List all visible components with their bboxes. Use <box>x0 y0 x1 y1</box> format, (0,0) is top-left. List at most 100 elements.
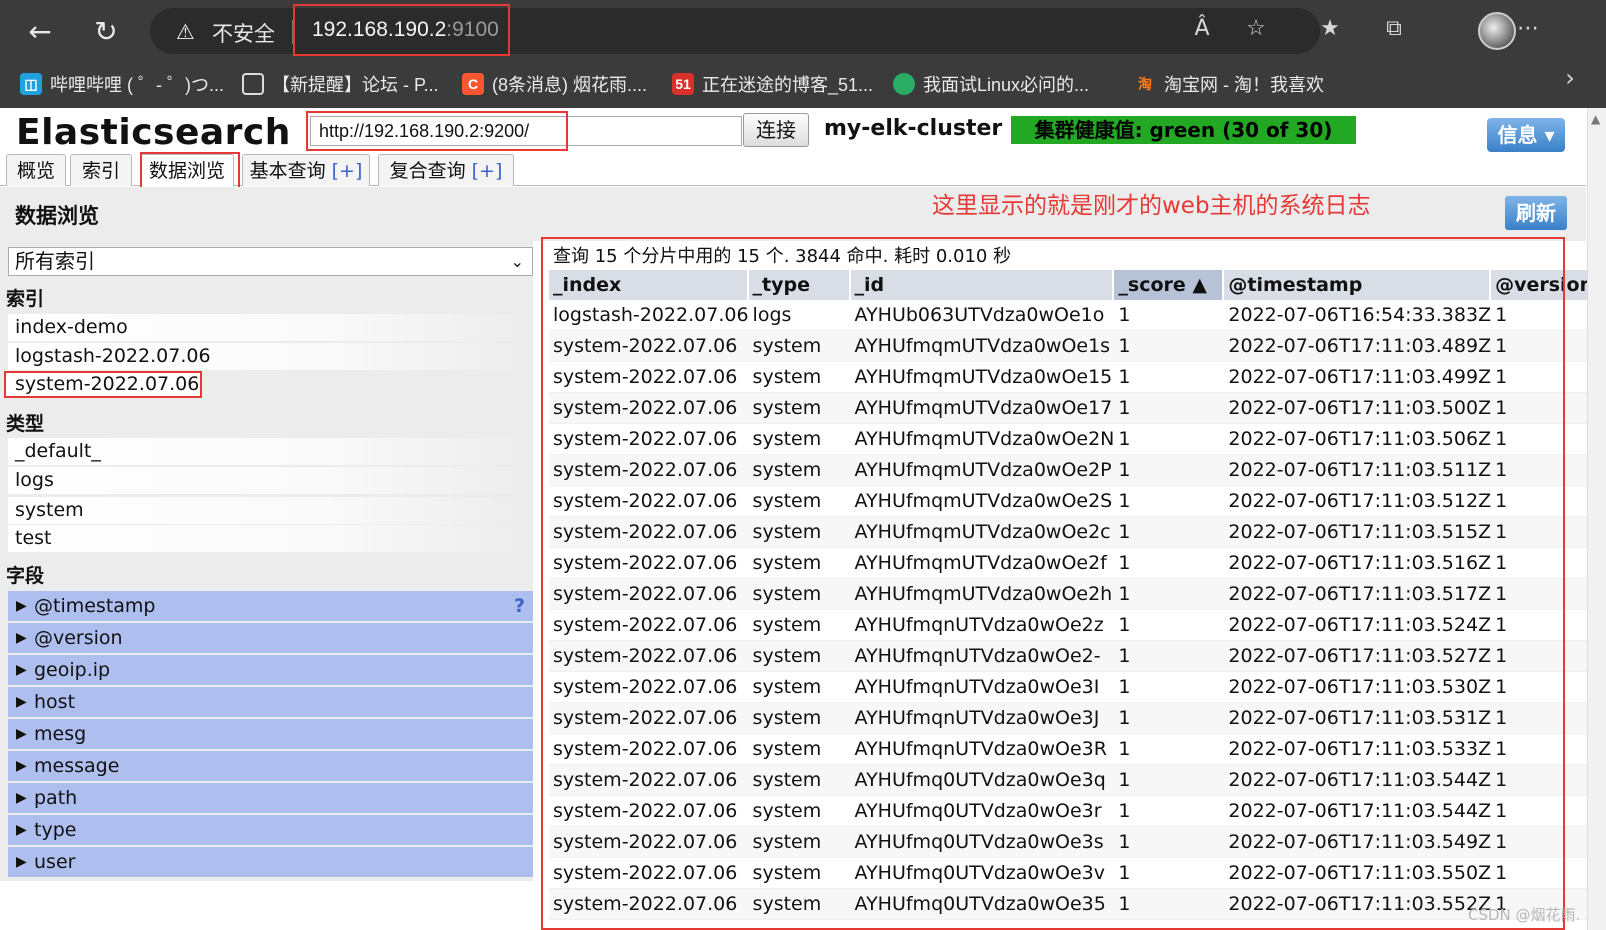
favorites-icon[interactable]: ★ <box>1314 16 1346 41</box>
app-title: Elasticsearch <box>16 112 291 153</box>
tab-label: 概览 <box>16 160 55 182</box>
read-aloud-icon[interactable]: Â <box>1186 16 1218 41</box>
type-item[interactable]: logs <box>8 467 533 494</box>
bookmark-item[interactable]: 51 正在迷途的博客_51... <box>672 70 873 98</box>
add-favorite-icon[interactable]: ☆ <box>1240 16 1272 41</box>
address-url[interactable]: 192.168.190.2:9100 <box>312 18 499 42</box>
table-cell: system-2022.07.06 <box>549 610 749 641</box>
expand-triangle-icon: ▶ <box>16 630 27 646</box>
table-row[interactable]: system-2022.07.06 system AYHUfmqnUTVdza0wO… <box>549 703 1602 734</box>
type-item[interactable]: test <box>8 525 533 552</box>
taobao-icon: 淘 <box>1138 76 1152 92</box>
type-item[interactable]: _default_ <box>8 438 533 465</box>
table-cell: system <box>748 858 851 889</box>
table-row[interactable]: system-2022.07.06 system AYHUfmqnUTVdza0wO… <box>549 641 1602 672</box>
watermark: CSDN @烟花雨. <box>1468 906 1581 924</box>
field-label: @timestamp <box>34 595 156 617</box>
table-row[interactable]: system-2022.07.06 system AYHUfmq0UTVdza0wO… <box>549 765 1602 796</box>
scroll-up-icon[interactable]: ▲ <box>1591 112 1600 126</box>
table-cell: system-2022.07.06 <box>549 827 749 858</box>
index-select[interactable]: 所有索引 ⌄ <box>8 247 533 276</box>
tab-plus: [+] <box>331 160 363 182</box>
table-cell: 1 <box>1114 765 1225 796</box>
index-item[interactable]: logstash-2022.07.06 <box>8 343 533 370</box>
column-header[interactable]: _id <box>850 270 1115 300</box>
table-cell: system-2022.07.06 <box>549 672 749 703</box>
table-cell: system <box>748 827 851 858</box>
table-row[interactable]: system-2022.07.06 system AYHUfmqmUTVdza0wO… <box>549 455 1602 486</box>
table-row[interactable]: system-2022.07.06 system AYHUfmqnUTVdza0wO… <box>549 610 1602 641</box>
warning-icon[interactable]: ⚠ <box>176 20 195 44</box>
table-row[interactable]: system-2022.07.06 system AYHUfmq0UTVdza0wO… <box>549 796 1602 827</box>
table-row[interactable]: system-2022.07.06 system AYHUfmq0UTVdza0wO… <box>549 827 1602 858</box>
type-item[interactable]: system <box>8 497 533 524</box>
connect-button[interactable]: 连接 <box>743 113 809 147</box>
table-cell: system <box>748 393 851 424</box>
table-row[interactable]: system-2022.07.06 system AYHUfmqmUTVdza0wO… <box>549 548 1602 579</box>
table-row[interactable]: system-2022.07.06 system AYHUfmqmUTVdza0wO… <box>549 331 1602 362</box>
table-cell: system-2022.07.06 <box>549 517 749 548</box>
column-header[interactable]: _index <box>549 270 749 300</box>
help-icon[interactable]: ? <box>514 591 525 621</box>
field-item[interactable]: ▶ path <box>8 783 533 813</box>
page-scrollbar[interactable]: ▲ <box>1587 108 1606 930</box>
field-item[interactable]: ▶ @version <box>8 623 533 653</box>
field-label: user <box>34 851 76 873</box>
column-header[interactable]: @timestamp <box>1224 270 1492 300</box>
profile-avatar[interactable] <box>1478 12 1516 50</box>
table-cell: system <box>748 734 851 765</box>
table-cell: 1 <box>1491 548 1602 579</box>
tab-overview[interactable]: 概览 <box>6 154 66 186</box>
bookmark-item[interactable]: 我面试Linux必问的... <box>893 70 1089 98</box>
table-cell: 1 <box>1114 796 1225 827</box>
column-header[interactable]: _type <box>748 270 851 300</box>
bookmark-item[interactable]: 淘淘宝网 - 淘！我喜欢 <box>1134 70 1324 98</box>
table-row[interactable]: logstash-2022.07.06 logs AYHUb063UTVdza0wO… <box>549 300 1602 331</box>
table-row[interactable]: system-2022.07.06 system AYHUfmqnUTVdza0wO… <box>549 672 1602 703</box>
table-row[interactable]: system-2022.07.06 system AYHUfmqmUTVdza0wO… <box>549 486 1602 517</box>
bookmark-label: (8条消息) 烟花雨.... <box>492 75 648 95</box>
table-cell: system-2022.07.06 <box>549 548 749 579</box>
table-cell: 1 <box>1114 734 1225 765</box>
table-row[interactable]: system-2022.07.06 system AYHUfmqmUTVdza0wO… <box>549 517 1602 548</box>
expand-triangle-icon: ▶ <box>16 822 27 838</box>
field-item[interactable]: ▶ user <box>8 847 533 877</box>
chevron-right-icon[interactable]: › <box>1554 64 1586 92</box>
reload-icon[interactable]: ↻ <box>88 14 124 50</box>
table-row[interactable]: system-2022.07.06 system AYHUfmqnUTVdza0wO… <box>549 734 1602 765</box>
field-item[interactable]: ▶ geoip.ip <box>8 655 533 685</box>
back-arrow-icon[interactable]: ← <box>22 14 58 50</box>
table-row[interactable]: system-2022.07.06 system AYHUfmqmUTVdza0wO… <box>549 579 1602 610</box>
index-item[interactable]: index-demo <box>8 314 533 341</box>
table-row[interactable]: system-2022.07.06 system AYHUfmqmUTVdza0wO… <box>549 393 1602 424</box>
tab-indices[interactable]: 索引 <box>70 154 132 186</box>
table-cell: AYHUfmqmUTVdza0wOe2N <box>850 424 1115 455</box>
index-item-selected[interactable]: system-2022.07.06 <box>4 371 202 398</box>
info-button[interactable]: 信息 ▾ <box>1487 118 1565 152</box>
tab-structured-query[interactable]: 复合查询 [+] <box>378 154 514 186</box>
security-label[interactable]: 不安全 <box>212 18 275 48</box>
tab-basic-query[interactable]: 基本查询 [+] <box>242 154 370 186</box>
table-row[interactable]: system-2022.07.06 system AYHUfmqmUTVdza0wO… <box>549 362 1602 393</box>
field-item[interactable]: ▶ message <box>8 751 533 781</box>
collections-icon[interactable]: ⧉ <box>1378 16 1410 41</box>
field-item[interactable]: ▶ mesg <box>8 719 533 749</box>
refresh-button[interactable]: 刷新 <box>1505 196 1567 230</box>
table-cell: 1 <box>1114 362 1225 393</box>
field-item[interactable]: ▶ host <box>8 687 533 717</box>
bookmark-item[interactable]: C (8条消息) 烟花雨.... <box>462 70 647 98</box>
bookmark-item[interactable]: ◫ 哔哩哔哩 ( ゜- ゜)つ... <box>20 70 224 98</box>
index-select-value: 所有索引 <box>15 249 95 273</box>
table-cell: 2022-07-06T17:11:03.530Z <box>1224 672 1492 703</box>
more-menu-icon[interactable]: ⋯ <box>1512 16 1544 41</box>
table-cell: AYHUfmqnUTVdza0wOe2- <box>850 641 1115 672</box>
field-item[interactable]: ▶ type <box>8 815 533 845</box>
column-header[interactable]: @version <box>1491 270 1602 300</box>
column-header-sorted[interactable]: _score ▲ <box>1114 270 1225 300</box>
bookmark-item[interactable]: 【新提醒】论坛 - P... <box>242 70 439 98</box>
table-row[interactable]: system-2022.07.06 system AYHUfmqmUTVdza0wO… <box>549 424 1602 455</box>
field-item[interactable]: ▶ @timestamp? <box>8 591 533 621</box>
table-row[interactable]: system-2022.07.06 system AYHUfmq0UTVdza0wO… <box>549 889 1602 920</box>
table-cell: system-2022.07.06 <box>549 734 749 765</box>
table-row[interactable]: system-2022.07.06 system AYHUfmq0UTVdza0wO… <box>549 858 1602 889</box>
